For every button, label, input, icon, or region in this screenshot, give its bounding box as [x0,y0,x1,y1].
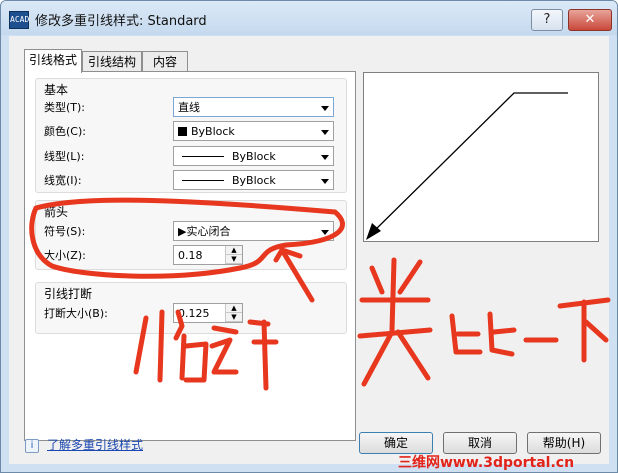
lineweight-label: 线宽(I): [44,174,82,187]
color-select-value: ByBlock [191,125,235,138]
arrow-symbol-label: 符号(S): [44,225,86,238]
linetype-label: 线型(L): [44,150,85,163]
color-swatch-icon [178,127,187,136]
break-size-spinner[interactable]: 0.125 ▲ ▼ [173,303,243,323]
break-size-label: 打断大小(B): [44,307,108,320]
arrow-symbol-select[interactable]: ▶实心闭合 [173,221,334,241]
learn-multileader-style-link[interactable]: 了解多重引线样式 [47,436,143,453]
type-select[interactable]: 直线 [173,97,334,117]
leader-preview [363,72,599,242]
type-select-value: 直线 [178,101,200,114]
spin-up-icon[interactable]: ▲ [226,304,242,313]
lineweight-select[interactable]: ByBlock [173,170,334,190]
chevron-down-icon [321,230,329,235]
info-icon: i [25,439,39,453]
leader-format-panel: 基本 类型(T): 直线 颜色(C): ByBlock 线型(L): ByBlo… [24,71,356,441]
tab-content[interactable]: 内容 [142,51,188,72]
basic-group: 基本 类型(T): 直线 颜色(C): ByBlock 线型(L): ByBlo… [35,78,347,193]
chevron-down-icon [321,179,329,184]
spin-down-icon[interactable]: ▼ [226,313,242,322]
window-title: 修改多重引线样式: Standard [35,14,207,29]
lineweight-select-value: ByBlock [232,174,276,187]
linetype-select-value: ByBlock [232,150,276,163]
help-button[interactable]: 帮助(H) [527,432,601,454]
spin-down-icon[interactable]: ▼ [226,255,242,264]
break-group-title: 引线打断 [44,287,93,301]
arrowhead-group-title: 箭头 [44,205,69,219]
title-help-button[interactable]: ? [531,9,563,31]
ok-button[interactable]: 确定 [359,432,433,454]
arrow-size-label: 大小(Z): [44,249,86,262]
lineweight-preview-icon [182,180,224,181]
break-group: 引线打断 打断大小(B): 0.125 ▲ ▼ [35,282,347,334]
chevron-down-icon [321,155,329,160]
linetype-select[interactable]: ByBlock [173,146,334,166]
chevron-down-icon [321,130,329,135]
basic-group-title: 基本 [44,83,69,97]
color-select[interactable]: ByBlock [173,121,334,141]
spinner-buttons[interactable]: ▲ ▼ [225,246,242,264]
arrow-symbol-value: 实心闭合 [186,225,231,238]
spin-up-icon[interactable]: ▲ [226,246,242,255]
title-bar[interactable]: ACAD 修改多重引线样式: Standard ? ✕ [1,1,617,35]
tab-leader-format[interactable]: 引线格式 [24,49,82,73]
arrow-size-spinner[interactable]: 0.18 ▲ ▼ [173,245,243,265]
linetype-preview-icon [182,156,224,157]
arrow-size-value: 0.18 [178,249,203,262]
type-label: 类型(T): [44,101,86,114]
color-label: 颜色(C): [44,125,86,138]
break-size-value: 0.125 [178,307,210,320]
arrowhead-group: 箭头 符号(S): ▶实心闭合 大小(Z): 0.18 ▲ ▼ [35,200,347,270]
tab-leader-structure[interactable]: 引线结构 [82,51,142,72]
autocad-app-icon: ACAD [9,11,29,29]
spinner-buttons[interactable]: ▲ ▼ [225,304,242,322]
leader-preview-graphic [366,92,568,240]
title-close-button[interactable]: ✕ [568,9,612,31]
site-watermark: 三维网www.3dportal.cn [398,455,575,471]
dialog-window: ACAD 修改多重引线样式: Standard ? ✕ 引线格式 引线结构 内容… [0,0,618,473]
cancel-button[interactable]: 取消 [443,432,517,454]
dialog-client: 引线格式 引线结构 内容 基本 类型(T): 直线 颜色(C): ByBlock… [9,36,609,464]
chevron-down-icon [321,106,329,111]
